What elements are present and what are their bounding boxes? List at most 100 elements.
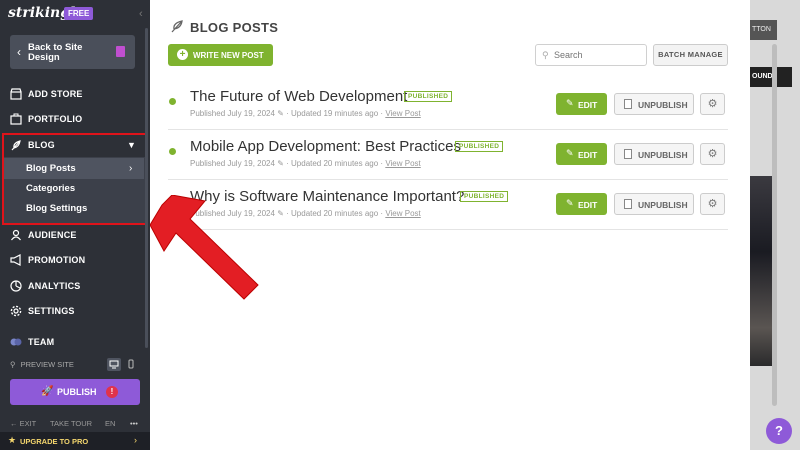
view-post-link[interactable]: View Post: [385, 109, 420, 118]
sidebar-item-label: TEAM: [28, 337, 55, 347]
search-input[interactable]: [554, 48, 642, 62]
feather-icon: [171, 20, 183, 33]
sidebar-scrollbar[interactable]: [145, 28, 148, 348]
post-settings-button[interactable]: ⚙: [700, 193, 725, 215]
back-to-site-design-button[interactable]: ‹ Back to Site Design: [10, 35, 135, 69]
view-post-link[interactable]: View Post: [385, 209, 420, 218]
post-settings-button[interactable]: ⚙: [700, 93, 725, 115]
sidebar-item-label: PROMOTION: [28, 255, 86, 265]
upgrade-banner[interactable]: ★ UPGRADE TO PRO ›: [0, 432, 150, 450]
highlight-box: [2, 133, 148, 225]
published-status-dot: [169, 148, 176, 155]
pencil-icon: ✎: [277, 109, 284, 118]
more-options-icon[interactable]: •••: [130, 419, 138, 428]
plan-badge: FREE: [64, 7, 94, 20]
sidebar-item-label: ANALYTICS: [28, 281, 81, 291]
post-row: Mobile App Development: Best Practices P…: [168, 130, 728, 180]
audience-icon: [11, 229, 21, 241]
panel-scrollbar[interactable]: [772, 44, 777, 406]
star-icon: ★: [8, 435, 17, 445]
plus-icon: +: [177, 49, 188, 60]
updated-time: · Updated 19 minutes ago ·: [286, 109, 384, 118]
pencil-icon: ✎: [277, 159, 284, 168]
sidebar: strikingly FREE ‹ ‹ Back to Site Design …: [0, 0, 150, 450]
search-icon: ⚲: [542, 50, 549, 60]
take-tour-link[interactable]: TAKE TOUR: [50, 419, 92, 428]
red-arrow-annotation: [150, 195, 259, 300]
gear-icon: [10, 305, 22, 317]
view-post-link[interactable]: View Post: [385, 159, 420, 168]
unpublish-button[interactable]: UNPUBLISH: [614, 93, 694, 115]
search-field[interactable]: ⚲: [535, 44, 647, 66]
post-title[interactable]: The Future of Web Development: [190, 88, 407, 105]
status-badge: PUBLISHED: [455, 141, 504, 152]
help-button[interactable]: ?: [766, 418, 792, 444]
document-icon: [624, 149, 632, 159]
document-icon: [624, 199, 632, 209]
background-image: [750, 176, 773, 366]
published-status-dot: [169, 98, 176, 105]
sidebar-item-label: PORTFOLIO: [28, 114, 83, 124]
sidebar-item-promotion[interactable]: PROMOTION: [10, 252, 140, 270]
updated-time: · Updated 20 minutes ago ·: [286, 209, 384, 218]
post-row: The Future of Web Development PUBLISHED …: [168, 80, 728, 130]
sidebar-item-label: ADD STORE: [28, 89, 83, 99]
status-badge: PUBLISHED: [404, 91, 453, 102]
edit-button[interactable]: ✎ EDIT: [556, 143, 607, 165]
editor-background: TTON OUND: [750, 0, 800, 450]
exit-label: EXIT: [19, 419, 37, 428]
edit-label: EDIT: [578, 150, 598, 160]
document-icon: [624, 99, 632, 109]
edit-label: EDIT: [578, 100, 598, 110]
background-fragment: OUND: [750, 67, 792, 87]
exit-arrow-icon: ←: [10, 419, 18, 428]
portfolio-icon: [10, 113, 22, 125]
mobile-preview-icon[interactable]: [124, 358, 138, 371]
rocket-icon: 🚀: [41, 386, 54, 397]
background-button-fragment: TTON: [750, 20, 777, 40]
post-meta: Published July 19, 2024 ✎ · Updated 19 m…: [190, 109, 421, 118]
exit-link[interactable]: ← EXIT: [10, 419, 36, 428]
upgrade-label: UPGRADE TO PRO: [20, 437, 89, 446]
post-title[interactable]: Mobile App Development: Best Practices: [190, 138, 461, 155]
collapse-sidebar-icon[interactable]: ‹: [139, 8, 143, 20]
unpublish-label: UNPUBLISH: [638, 150, 688, 160]
pencil-icon: ✎: [566, 148, 574, 158]
chevron-right-icon: ›: [134, 435, 137, 445]
batch-manage-button[interactable]: BATCH MANAGE: [653, 44, 728, 66]
language-selector[interactable]: EN: [105, 419, 115, 428]
preview-site-label[interactable]: PREVIEW SITE: [21, 360, 74, 369]
gear-icon: ⚙: [707, 148, 718, 160]
edit-button[interactable]: ✎ EDIT: [556, 193, 607, 215]
preview-search-icon: ⚲: [10, 360, 16, 369]
sidebar-item-analytics[interactable]: ANALYTICS: [10, 278, 140, 296]
sidebar-item-audience[interactable]: AUDIENCE: [10, 227, 140, 245]
unpublish-button[interactable]: UNPUBLISH: [614, 193, 694, 215]
sidebar-item-label: AUDIENCE: [28, 230, 77, 240]
pencil-icon: ✎: [277, 209, 284, 218]
team-icon: [10, 338, 22, 346]
sidebar-item-settings[interactable]: SETTINGS: [10, 303, 140, 321]
gear-icon: ⚙: [707, 98, 718, 110]
preview-site-row: ⚲ PREVIEW SITE: [10, 360, 74, 369]
edit-button[interactable]: ✎ EDIT: [556, 93, 607, 115]
status-badge: PUBLISHED: [460, 191, 509, 202]
page-title: BLOG POSTS: [190, 20, 279, 35]
back-button-label: Back to Site Design: [28, 42, 83, 63]
sidebar-item-team[interactable]: TEAM: [10, 334, 140, 352]
post-meta: Published July 19, 2024 ✎ · Updated 20 m…: [190, 159, 421, 168]
post-settings-button[interactable]: ⚙: [700, 143, 725, 165]
sidebar-item-add-store[interactable]: ADD STORE: [10, 86, 140, 104]
analytics-icon: [10, 280, 22, 292]
unpublish-button[interactable]: UNPUBLISH: [614, 143, 694, 165]
desktop-preview-icon[interactable]: [107, 358, 121, 371]
sidebar-item-label: SETTINGS: [28, 306, 75, 316]
megaphone-icon: [10, 254, 21, 266]
published-date: Published July 19, 2024: [190, 159, 275, 168]
unpublish-label: UNPUBLISH: [638, 200, 688, 210]
write-new-post-button[interactable]: + WRITE NEW POST: [168, 44, 273, 66]
publish-button[interactable]: 🚀 PUBLISH !: [10, 379, 140, 405]
chevron-left-icon: ‹: [17, 45, 21, 59]
sidebar-item-portfolio[interactable]: PORTFOLIO: [10, 111, 140, 129]
pencil-icon: ✎: [566, 98, 574, 108]
